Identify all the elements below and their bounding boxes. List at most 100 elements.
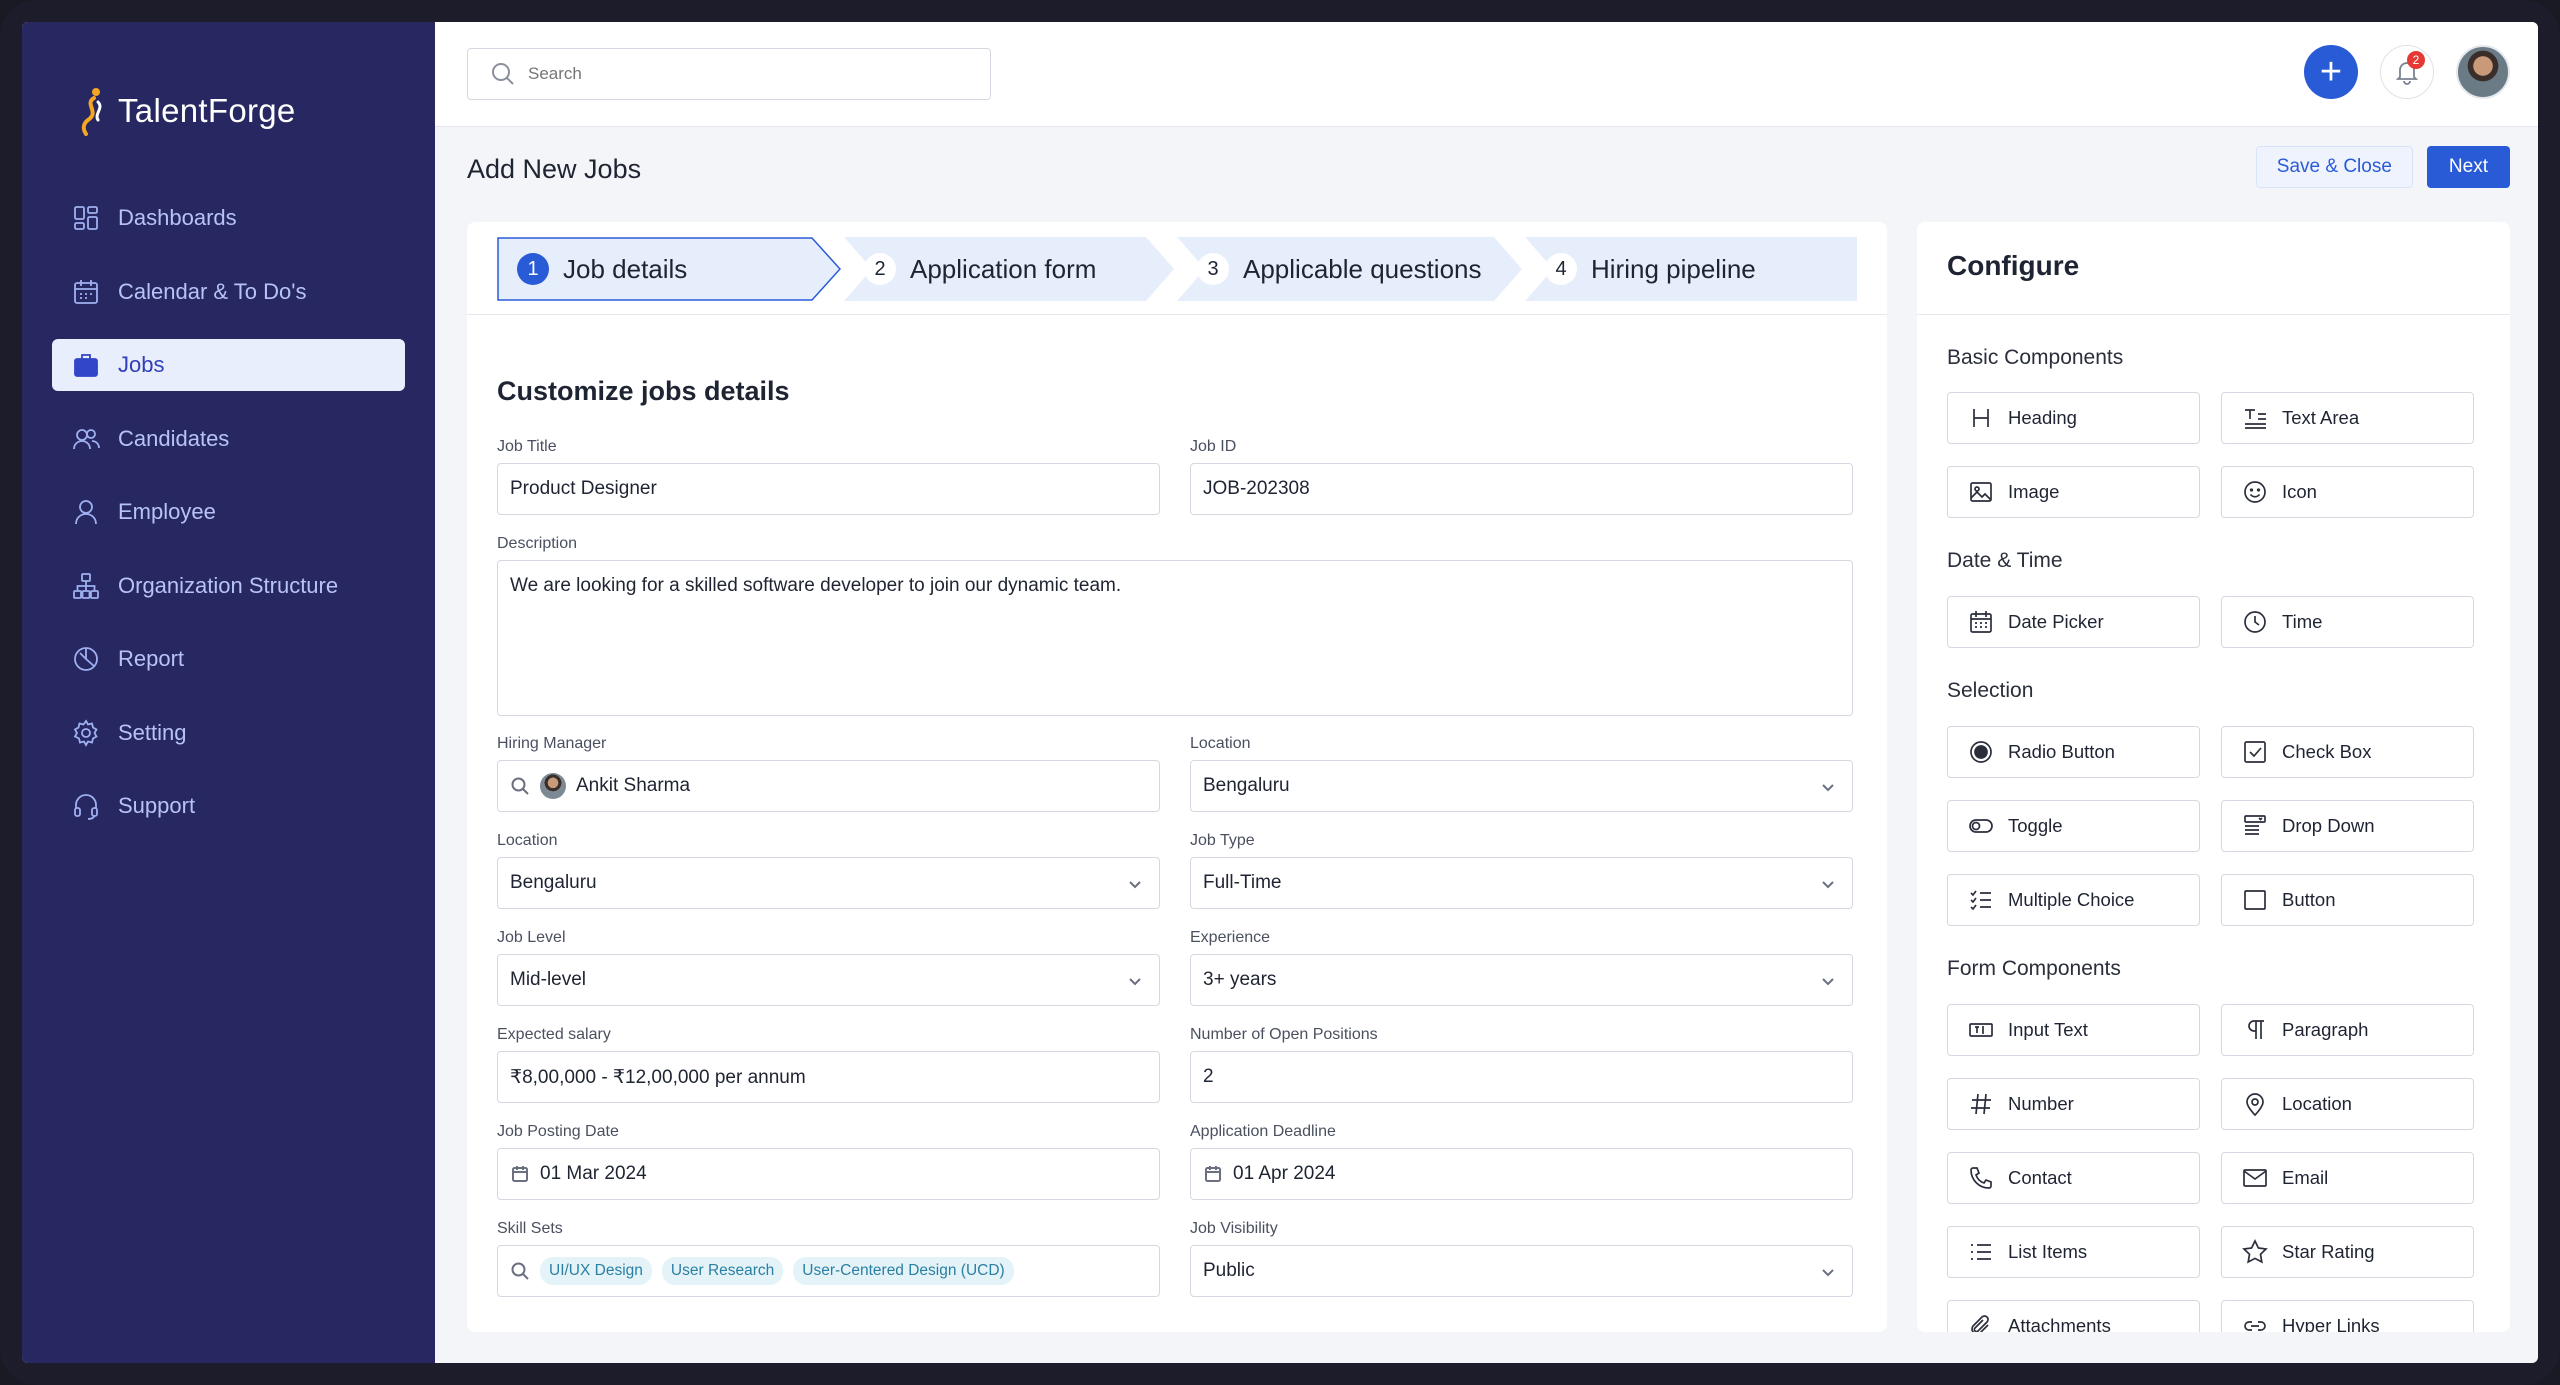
link-icon: [2244, 1321, 2266, 1331]
sidebar-item-calendar[interactable]: Calendar & To Do's: [52, 266, 405, 318]
skill-chip[interactable]: User-Centered Design (UCD): [793, 1257, 1014, 1285]
user-avatar[interactable]: [2456, 45, 2510, 99]
sidebar-item-employee[interactable]: Employee: [52, 486, 405, 538]
component-label: Date Picker: [2008, 611, 2104, 632]
component-label: Icon: [2282, 481, 2317, 502]
component-hyper-links[interactable]: Hyper Links: [2221, 1300, 2474, 1332]
sidebar-item-report[interactable]: Report: [52, 633, 405, 685]
phone-icon: [1970, 1167, 1992, 1189]
chevron-down-icon: [1820, 1264, 1836, 1280]
visibility-select[interactable]: Public: [1190, 1245, 1853, 1297]
component-email[interactable]: Email: [2221, 1152, 2474, 1204]
divider: [1917, 314, 2510, 315]
sidebar-item-organization-structure[interactable]: Organization Structure: [52, 560, 405, 612]
field-value: 2: [1203, 1066, 1214, 1087]
salary-input[interactable]: ₹8,00,000 - ₹12,00,000 per annum: [497, 1051, 1160, 1103]
mail-icon: [2243, 1169, 2267, 1187]
component-list-items[interactable]: List Items: [1947, 1226, 2200, 1278]
component-label: Contact: [2008, 1167, 2072, 1188]
job-id-input[interactable]: JOB-202308: [1190, 463, 1853, 515]
job-title-input[interactable]: Product Designer: [497, 463, 1160, 515]
visibility-field: Job Visibility Public: [1190, 1220, 1853, 1297]
component-attachments[interactable]: Attachments: [1947, 1300, 2200, 1332]
input-text-icon: [1969, 1023, 1993, 1037]
search-icon: [492, 63, 514, 85]
sidebar-item-support[interactable]: Support: [52, 780, 405, 832]
next-button[interactable]: Next: [2426, 146, 2510, 188]
posting-date-input[interactable]: 01 Mar 2024: [497, 1148, 1160, 1200]
sidebar-item-label: Employee: [118, 499, 216, 524]
group-title-selection: Selection: [1947, 679, 2034, 702]
field-label: Number of Open Positions: [1190, 1026, 1378, 1043]
step-number: 1: [517, 253, 549, 285]
sidebar-item-setting[interactable]: Setting: [52, 707, 405, 759]
component-date-picker[interactable]: Date Picker: [1947, 596, 2200, 648]
component-text-area[interactable]: Text Area: [2221, 392, 2474, 444]
experience-select[interactable]: 3+ years: [1190, 954, 1853, 1006]
deadline-input[interactable]: 01 Apr 2024: [1190, 1148, 1853, 1200]
component-heading[interactable]: Heading: [1947, 392, 2200, 444]
app-name: TalentForge: [118, 92, 296, 129]
hiring-manager-input[interactable]: Ankit Sharma: [497, 760, 1160, 812]
job-type-field: Job Type Full-Time: [1190, 832, 1853, 909]
step-hiring-pipeline[interactable]: 4 Hiring pipeline: [1525, 237, 1857, 301]
skill-chip[interactable]: UI/UX Design: [540, 1257, 652, 1285]
sidebar-item-jobs[interactable]: Jobs: [52, 339, 405, 391]
field-value: Bengaluru: [510, 872, 597, 893]
avatar: [540, 773, 566, 799]
job-id-field: Job ID JOB-202308: [1190, 438, 1853, 515]
add-button[interactable]: +: [2304, 45, 2358, 99]
field-label: Experience: [1190, 929, 1271, 946]
step-number: 3: [1197, 253, 1229, 285]
text-area-icon: [2245, 409, 2266, 429]
component-button[interactable]: Button: [2221, 874, 2474, 926]
job-level-select[interactable]: Mid-level: [497, 954, 1160, 1006]
location-left-select[interactable]: Bengaluru: [497, 857, 1160, 909]
open-positions-input[interactable]: 2: [1190, 1051, 1853, 1103]
location-right-field: Location Bengaluru: [1190, 735, 1853, 812]
step-application-form[interactable]: 2 Application form: [844, 237, 1174, 301]
skills-input[interactable]: UI/UX Design User Research User-Centered…: [497, 1245, 1160, 1297]
component-paragraph[interactable]: Paragraph: [2221, 1004, 2474, 1056]
location-right-select[interactable]: Bengaluru: [1190, 760, 1853, 812]
sidebar-item-dashboards[interactable]: Dashboards: [52, 192, 405, 244]
skill-chip[interactable]: User Research: [661, 1257, 784, 1285]
component-contact[interactable]: Contact: [1947, 1152, 2200, 1204]
field-value: We are looking for a skilled software de…: [510, 575, 1122, 596]
search-box[interactable]: [467, 48, 991, 100]
component-star-rating[interactable]: Star Rating: [2221, 1226, 2474, 1278]
step-job-details[interactable]: 1 Job details: [497, 237, 842, 301]
calendar-icon: [1203, 1164, 1223, 1184]
search-input[interactable]: [528, 64, 948, 84]
component-number[interactable]: Number: [1947, 1078, 2200, 1130]
component-time[interactable]: Time: [2221, 596, 2474, 648]
description-textarea[interactable]: We are looking for a skilled software de…: [497, 560, 1853, 716]
component-location[interactable]: Location: [2221, 1078, 2474, 1130]
field-value: Full-Time: [1203, 872, 1282, 893]
component-multiple-choice[interactable]: Multiple Choice: [1947, 874, 2200, 926]
job-title-field: Job Title Product Designer: [497, 438, 1160, 515]
sidebar-item-label: Calendar & To Do's: [118, 278, 307, 304]
save-close-button[interactable]: Save & Close: [2255, 146, 2413, 188]
component-image[interactable]: Image: [1947, 466, 2200, 518]
component-radio-button[interactable]: Radio Button: [1947, 726, 2200, 778]
step-applicable-questions[interactable]: 3 Applicable questions: [1177, 237, 1522, 301]
component-label: Paragraph: [2282, 1019, 2369, 1040]
component-label: Location: [2282, 1093, 2352, 1114]
component-drop-down[interactable]: Drop Down: [2221, 800, 2474, 852]
logo-icon: [81, 88, 102, 136]
sidebar-item-candidates[interactable]: Candidates: [52, 413, 405, 465]
paragraph-icon: [2248, 1020, 2264, 1039]
job-type-select[interactable]: Full-Time: [1190, 857, 1853, 909]
app-logo[interactable]: TalentForge: [74, 86, 296, 136]
sidebar-item-label: Jobs: [118, 352, 165, 377]
component-input-text[interactable]: Input Text: [1947, 1004, 2200, 1056]
field-value: 01 Mar 2024: [540, 1163, 647, 1184]
component-label: Radio Button: [2008, 741, 2115, 762]
component-toggle[interactable]: Toggle: [1947, 800, 2200, 852]
component-icon[interactable]: Icon: [2221, 466, 2474, 518]
component-check-box[interactable]: Check Box: [2221, 726, 2474, 778]
sidebar-item-label: Dashboards: [118, 205, 237, 230]
plus-icon: +: [2319, 51, 2343, 93]
notifications-button[interactable]: 2: [2380, 45, 2434, 99]
